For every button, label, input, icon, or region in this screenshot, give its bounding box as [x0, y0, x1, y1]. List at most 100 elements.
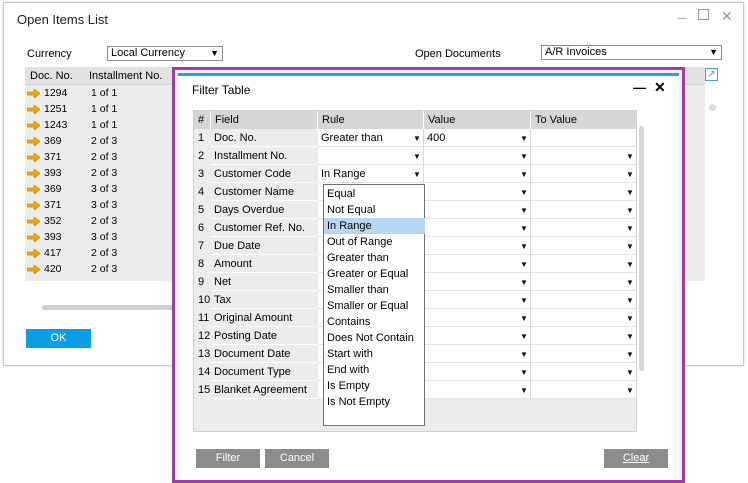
rule-option[interactable]: Is Empty: [324, 378, 425, 394]
rule-option[interactable]: Greater or Equal: [324, 266, 425, 282]
rule-option[interactable]: Is Not Empty: [324, 394, 425, 410]
to-value-cell[interactable]: [531, 201, 636, 219]
window-title: Open Items List: [17, 12, 109, 27]
rule-cell[interactable]: In Range: [318, 165, 424, 183]
table-row[interactable]: 393 3 of 3: [25, 230, 175, 246]
minimize-icon[interactable]: ─: [678, 11, 687, 25]
to-value-cell[interactable]: [531, 165, 636, 183]
to-value-cell[interactable]: [531, 129, 636, 147]
rule-option[interactable]: Equal: [324, 186, 425, 202]
maximize-icon[interactable]: [698, 9, 709, 20]
value-cell[interactable]: [424, 381, 531, 399]
table-row[interactable]: 417 2 of 3: [25, 246, 175, 262]
horizontal-scrollbar[interactable]: [42, 305, 182, 310]
cancel-button[interactable]: Cancel: [265, 449, 329, 468]
rule-option[interactable]: Greater than: [324, 250, 425, 266]
row-number: 4: [194, 183, 211, 201]
field-name: Tax: [211, 291, 318, 309]
rule-cell[interactable]: Greater than: [318, 129, 424, 147]
rule-option[interactable]: End with: [324, 362, 425, 378]
field-name: Original Amount: [211, 309, 318, 327]
installment-number: 2 of 3: [91, 135, 118, 147]
value-cell[interactable]: 400: [424, 129, 531, 147]
expand-icon[interactable]: ↗: [705, 68, 718, 81]
vertical-scrollbar[interactable]: [639, 126, 644, 371]
to-value-cell[interactable]: [531, 255, 636, 273]
field-name: Days Overdue: [211, 201, 318, 219]
minimize-icon[interactable]: —: [633, 80, 646, 95]
to-value-cell[interactable]: [531, 219, 636, 237]
value-cell[interactable]: [424, 345, 531, 363]
installment-number: 1 of 1: [91, 119, 118, 131]
to-value-cell[interactable]: [531, 327, 636, 345]
to-value-cell[interactable]: [531, 183, 636, 201]
filter-row: 3 Customer Code In Range ▼ ▼ ▼: [194, 165, 636, 183]
link-arrow-icon[interactable]: [27, 265, 40, 274]
close-icon[interactable]: ✕: [654, 79, 666, 96]
to-value-cell[interactable]: [531, 291, 636, 309]
filter-button[interactable]: Filter: [196, 449, 260, 468]
link-arrow-icon[interactable]: [27, 169, 40, 178]
value-cell[interactable]: [424, 165, 531, 183]
link-arrow-icon[interactable]: [27, 233, 40, 242]
value-cell[interactable]: [424, 147, 531, 165]
table-row[interactable]: 420 2 of 3: [25, 262, 175, 278]
link-arrow-icon[interactable]: [27, 217, 40, 226]
value-cell[interactable]: [424, 255, 531, 273]
table-row[interactable]: 352 2 of 3: [25, 214, 175, 230]
value-cell[interactable]: [424, 237, 531, 255]
link-arrow-icon[interactable]: [27, 137, 40, 146]
to-value-cell[interactable]: [531, 273, 636, 291]
rule-option[interactable]: Start with: [324, 346, 425, 362]
value-cell[interactable]: [424, 219, 531, 237]
link-arrow-icon[interactable]: [27, 249, 40, 258]
open-documents-label: Open Documents: [415, 48, 501, 60]
value-cell[interactable]: [424, 273, 531, 291]
value-cell[interactable]: [424, 201, 531, 219]
table-row[interactable]: 1251 1 of 1: [25, 102, 175, 118]
column-header-number: #: [194, 111, 211, 129]
table-row[interactable]: 393 2 of 3: [25, 166, 175, 182]
to-value-cell[interactable]: [531, 345, 636, 363]
rule-cell[interactable]: [318, 147, 424, 165]
rule-option[interactable]: Does Not Contain: [324, 330, 425, 346]
table-row[interactable]: 369 2 of 3: [25, 134, 175, 150]
clear-button[interactable]: Clear: [604, 449, 668, 468]
value-cell[interactable]: [424, 327, 531, 345]
open-documents-select[interactable]: A/R Invoices ▼: [541, 45, 722, 60]
rule-option[interactable]: In Range: [324, 218, 425, 234]
doc-number: 420: [44, 263, 62, 275]
to-value-cell[interactable]: [531, 309, 636, 327]
rule-option[interactable]: Out of Range: [324, 234, 425, 250]
rule-option[interactable]: Not Equal: [324, 202, 425, 218]
scroll-indicator[interactable]: [709, 104, 716, 111]
value-cell[interactable]: [424, 291, 531, 309]
rule-option[interactable]: Smaller than: [324, 282, 425, 298]
table-row[interactable]: 369 3 of 3: [25, 182, 175, 198]
link-arrow-icon[interactable]: [27, 105, 40, 114]
value-cell[interactable]: [424, 183, 531, 201]
ok-button[interactable]: OK: [26, 329, 91, 348]
rule-option[interactable]: Contains: [324, 314, 425, 330]
table-row[interactable]: 371 2 of 3: [25, 150, 175, 166]
to-value-cell[interactable]: [531, 147, 636, 165]
column-header-to-value: To Value: [531, 111, 636, 129]
to-value-cell[interactable]: [531, 363, 636, 381]
value-cell[interactable]: [424, 309, 531, 327]
table-row[interactable]: 1243 1 of 1: [25, 118, 175, 134]
value-cell[interactable]: [424, 363, 531, 381]
link-arrow-icon[interactable]: [27, 89, 40, 98]
link-arrow-icon[interactable]: [27, 153, 40, 162]
currency-select[interactable]: Local Currency ▼: [107, 46, 223, 61]
rule-option[interactable]: Smaller or Equal: [324, 298, 425, 314]
table-row[interactable]: 371 3 of 3: [25, 198, 175, 214]
to-value-cell[interactable]: [531, 237, 636, 255]
link-arrow-icon[interactable]: [27, 201, 40, 210]
open-documents-value: A/R Invoices: [545, 46, 607, 58]
link-arrow-icon[interactable]: [27, 185, 40, 194]
link-arrow-icon[interactable]: [27, 121, 40, 130]
doc-number: 371: [44, 151, 62, 163]
close-icon[interactable]: ✕: [721, 8, 733, 25]
to-value-cell[interactable]: [531, 381, 636, 399]
table-row[interactable]: 1294 1 of 1: [25, 86, 175, 102]
